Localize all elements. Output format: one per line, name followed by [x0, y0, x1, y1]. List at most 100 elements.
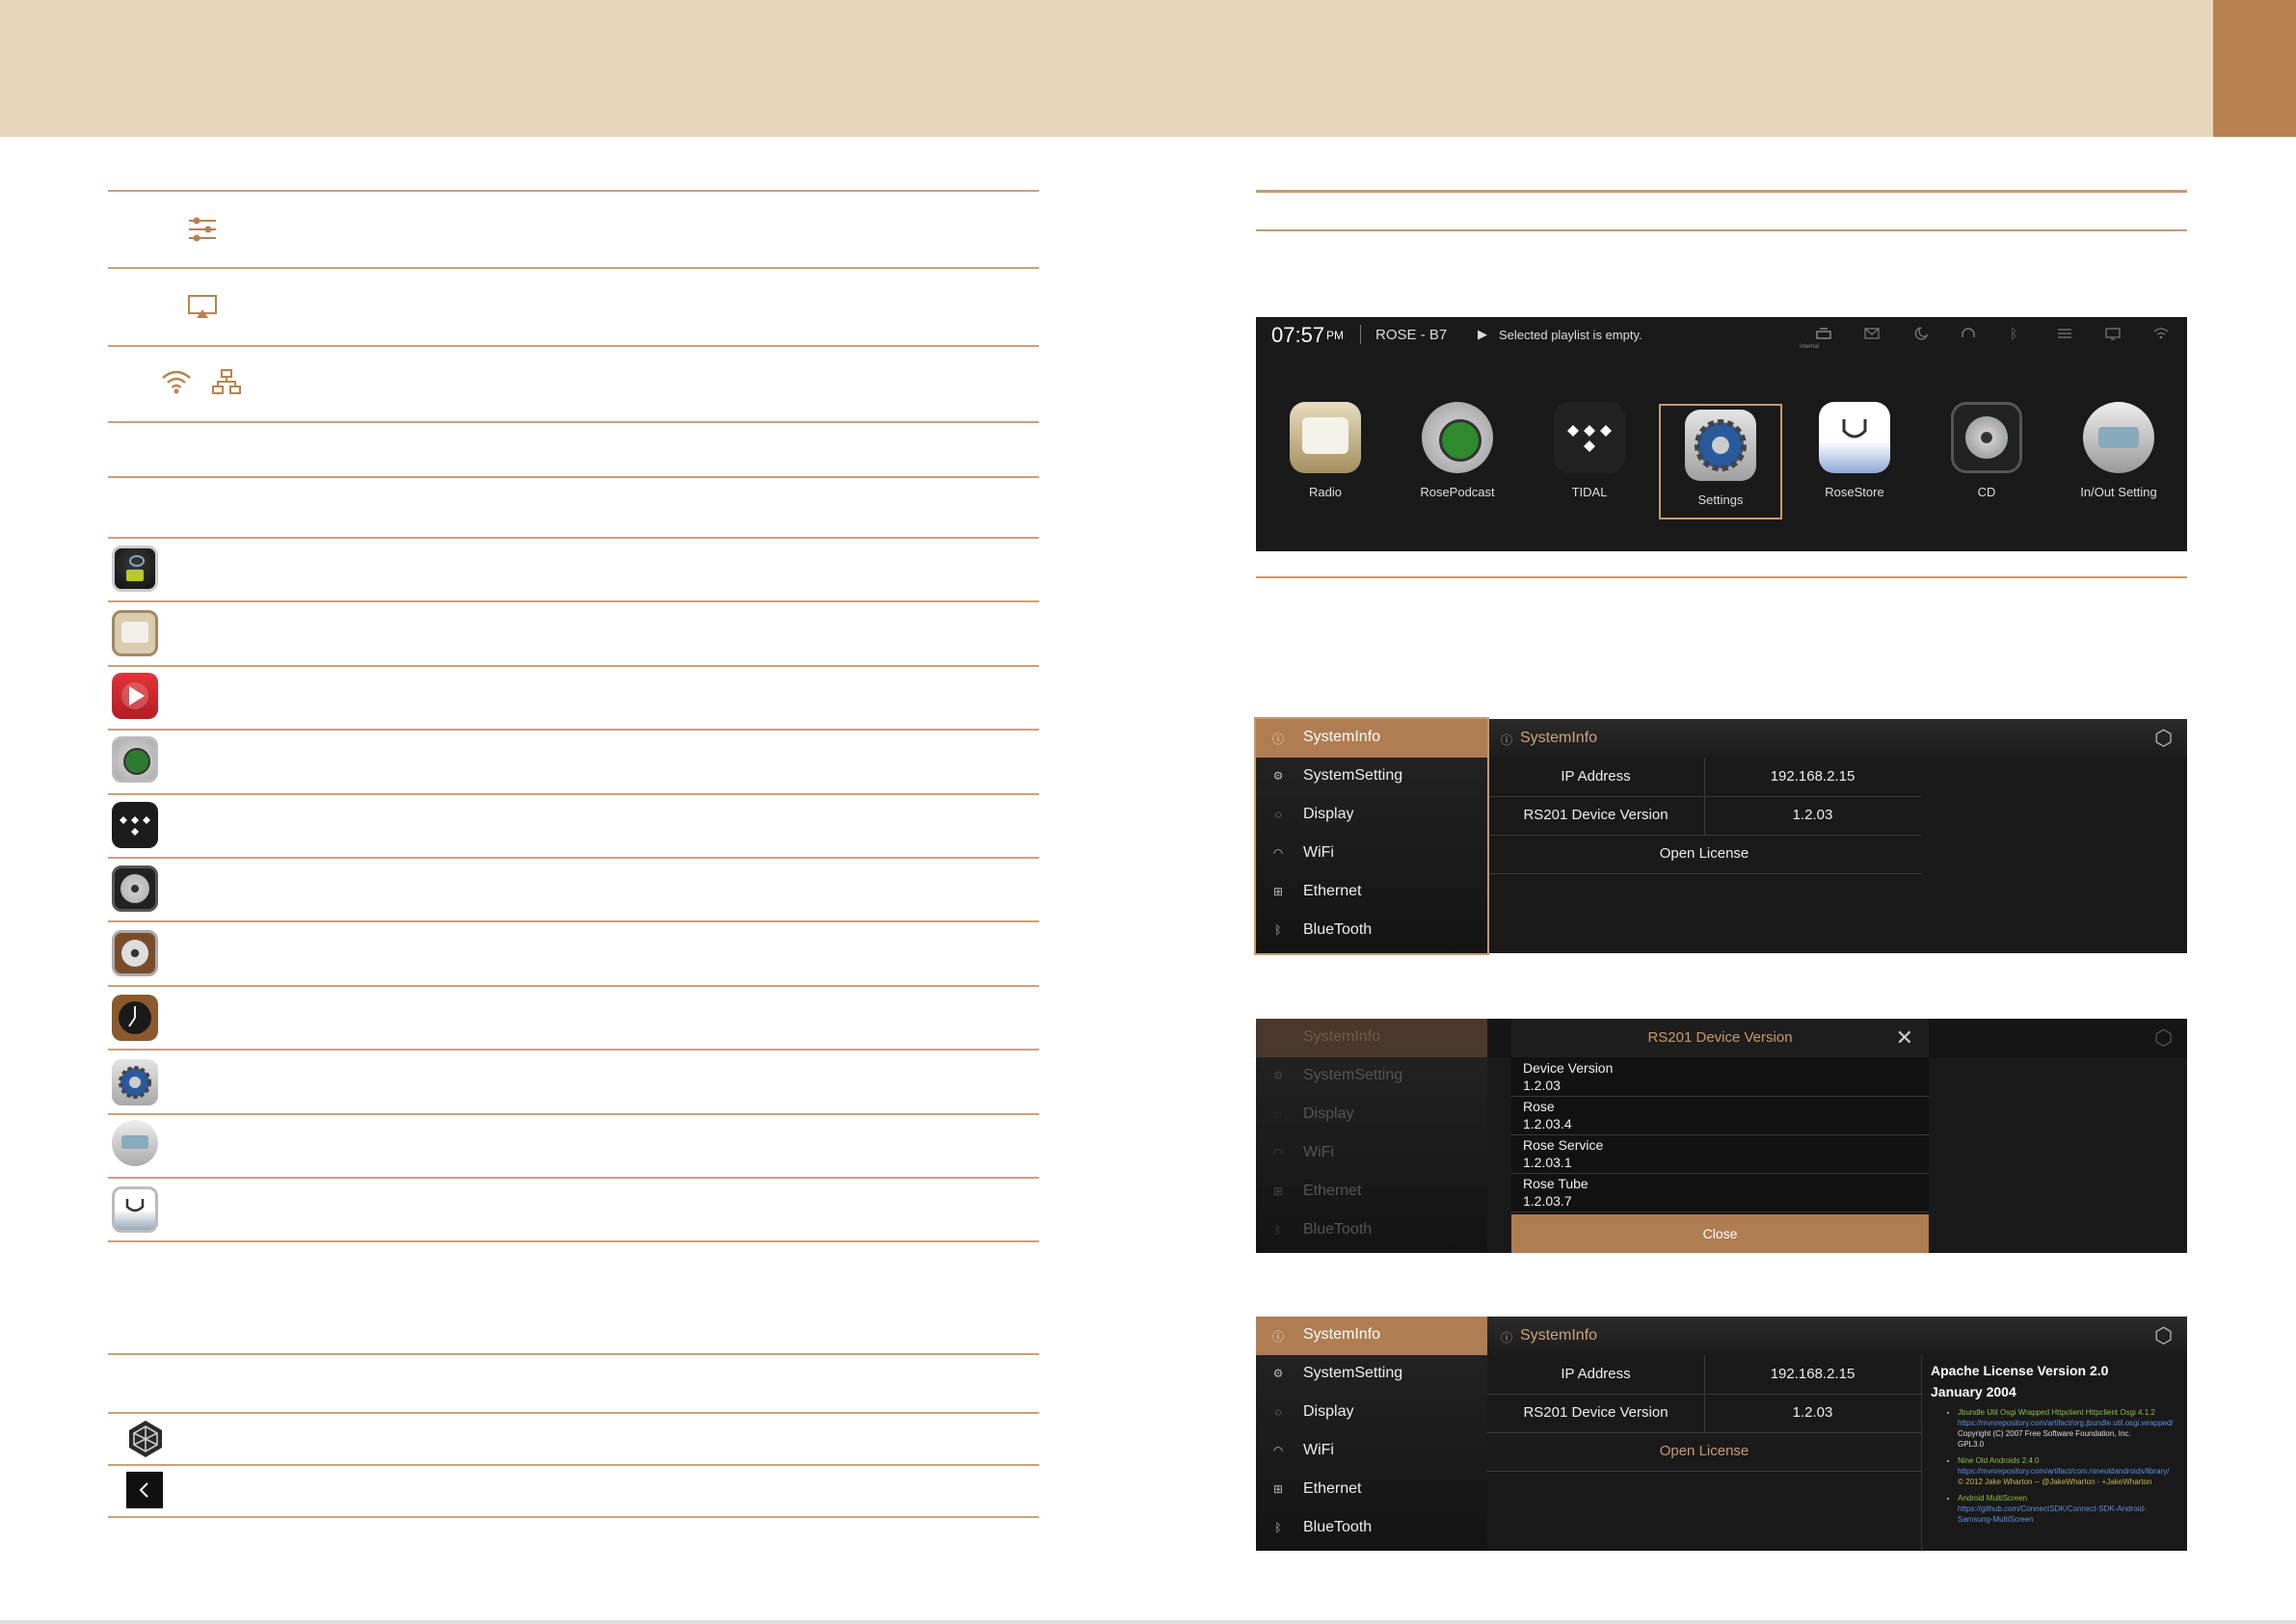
wifi-icon[interactable] [2152, 326, 2170, 341]
sidebar-item-label: SystemInfo [1303, 1326, 1381, 1343]
storage-icon[interactable] [1815, 326, 1832, 341]
version-row: Rose 1.2.03.4 [1511, 1096, 1929, 1135]
separator [1360, 325, 1361, 344]
close-button[interactable]: Close [1511, 1214, 1929, 1253]
sidebar-item-ethernet[interactable]: ⊞ Ethernet [1256, 1471, 1487, 1509]
footer-line [0, 1620, 2296, 1624]
sidebar-item-label: Display [1303, 1105, 1354, 1122]
header-band [0, 0, 2213, 137]
divider [1256, 190, 2187, 193]
display-icon[interactable] [2104, 326, 2122, 341]
in-out-setting-app-icon [2083, 402, 2154, 473]
sidebar-item-label: BlueTooth [1303, 1519, 1373, 1535]
license-item-url[interactable]: https://mvnrepository.com/artifact/com.n… [1958, 1466, 2181, 1477]
gear-icon: ⚙ [1272, 1367, 1284, 1380]
launcher-app-selected[interactable]: Settings [1659, 404, 1782, 519]
divider [108, 600, 1039, 602]
sliders-icon[interactable] [2056, 326, 2073, 341]
ip-address-value: 192.168.2.15 [1704, 758, 1921, 797]
airplay-icon [188, 295, 217, 318]
playback-status: Selected playlist is empty. [1499, 328, 1642, 342]
device-version-label[interactable]: RS201 Device Version [1487, 1394, 1704, 1433]
ip-address-label: IP Address [1487, 1355, 1704, 1395]
version-value: 1.2.03.4 [1523, 1116, 1572, 1131]
video-play-app-icon [112, 673, 158, 719]
divider [108, 1412, 1039, 1414]
sidebar-item-bluetooth[interactable]: ᛒ BlueTooth [1256, 1211, 1487, 1250]
license-item-url[interactable]: https://mvnrepository.com/artifact/org.j… [1958, 1418, 2181, 1428]
license-item-name: Jbundle Util Osgi Wrapped Httpclient Htt… [1958, 1408, 2155, 1417]
launcher-app[interactable]: Radio [1260, 402, 1391, 499]
launcher-app-label: Settings [1697, 493, 1744, 507]
divider [1256, 229, 2187, 231]
clock-app-icon [112, 995, 158, 1041]
version-row: Rose Tube 1.2.03.7 [1511, 1173, 1929, 1212]
sidebar-item-label: Ethernet [1303, 1183, 1362, 1199]
divider [108, 1049, 1039, 1051]
launcher-app-label: In/Out Setting [2080, 485, 2157, 499]
launcher-app[interactable]: RosePodcast [1392, 402, 1523, 499]
display-icon: ◌ [1274, 1107, 1282, 1121]
rose-logo-icon[interactable]: ⬡ [2154, 1323, 2173, 1348]
play-icon[interactable]: ▶ [1478, 327, 1487, 342]
license-item: Nine Old Androids 2.4.0 https://mvnrepos… [1958, 1455, 2181, 1487]
rose-logo-icon[interactable]: ⬡ [2154, 726, 2173, 751]
launcher-app[interactable]: In/Out Setting [2053, 402, 2184, 499]
sidebar-item-label: WiFi [1303, 1442, 1334, 1458]
version-value: 1.2.03.7 [1523, 1193, 1572, 1209]
license-item-url[interactable]: https://github.com/ConnectSDK/Connect-SD… [1958, 1504, 2181, 1525]
settings-screen-version-dialog: ⓘ SystemInfo ⚙ SystemSetting ◌ Display ◠ WiF… [1256, 1019, 2187, 1253]
divider [108, 1464, 1039, 1466]
bluetooth-icon[interactable]: ᛒ [2010, 326, 2017, 341]
sidebar-item-label: Display [1303, 1403, 1354, 1420]
panel-header: ⓘ SystemInfo [1487, 1317, 2187, 1355]
launcher-app[interactable]: RoseStore [1789, 402, 1920, 499]
wifi-icon: ◠ [1272, 1146, 1284, 1159]
launcher-app[interactable]: CD [1921, 402, 2052, 499]
settings-app-icon [112, 1059, 158, 1105]
back-arrow-icon [126, 1472, 163, 1508]
sidebar-item-display[interactable]: ◌ Display [1256, 1394, 1487, 1432]
panel-title: SystemInfo [1520, 1327, 1598, 1344]
license-item: Jbundle Util Osgi Wrapped Httpclient Htt… [1958, 1407, 2181, 1450]
divider [1256, 576, 2187, 578]
sidebar-item-bluetooth[interactable]: ᛒ BlueTooth [1256, 1509, 1487, 1548]
launcher-app[interactable]: TIDAL [1524, 402, 1655, 499]
license-text-panel[interactable]: Apache License Version 2.0 January 2004 … [1931, 1363, 2181, 1546]
sidebar-item-wifi[interactable]: ◠ WiFi [1256, 1432, 1487, 1471]
version-key: Rose Tube [1523, 1176, 1589, 1191]
settings-sidebar: ⓘ SystemInfo ⚙ SystemSetting ◌ Display ◠ WiF… [1256, 1019, 1487, 1253]
divider [108, 345, 1039, 347]
sidebar-item-systemsetting[interactable]: ⚙ SystemSetting [1256, 1057, 1487, 1096]
open-license-button[interactable]: Open License [1487, 1432, 1921, 1472]
version-row: Rose Service 1.2.03.1 [1511, 1134, 1929, 1174]
divider [108, 1113, 1039, 1115]
sidebar-item-systemsetting[interactable]: ⚙ SystemSetting [1256, 1355, 1487, 1394]
sidebar-item-systeminfo[interactable]: ⓘ SystemInfo [1256, 1317, 1487, 1355]
open-license-button[interactable]: Open License [1487, 835, 1921, 874]
sliders-icon [189, 217, 216, 242]
divider [108, 537, 1039, 539]
sidebar-item-systeminfo[interactable]: ⓘ SystemInfo [1256, 1019, 1487, 1057]
headphone-icon[interactable] [1960, 326, 1977, 341]
cd-app-icon [1951, 402, 2022, 473]
ethernet-icon: ⊞ [1272, 1185, 1284, 1198]
divider [108, 190, 1039, 192]
sidebar-item-ethernet[interactable]: ⊞ Ethernet [1256, 1173, 1487, 1211]
info-icon: ⓘ [1271, 1330, 1284, 1344]
radio-app-icon [112, 610, 158, 656]
settings-sidebar: ⓘ SystemInfo ⚙ SystemSetting ◌ Display ◠ WiF… [1256, 1317, 1487, 1551]
clock-time: 07:57 [1271, 323, 1325, 347]
license-item-name: Android MultiScreen [1958, 1494, 2028, 1503]
device-version-label[interactable]: RS201 Device Version [1487, 796, 1704, 836]
close-icon[interactable]: ✕ [1896, 1025, 1913, 1051]
mail-icon[interactable] [1863, 326, 1881, 341]
wifi-icon [162, 370, 191, 394]
device-version-value: 1.2.03 [1704, 796, 1921, 836]
sidebar-item-display[interactable]: ◌ Display [1256, 1096, 1487, 1134]
version-key: Rose Service [1523, 1137, 1604, 1153]
sleep-icon[interactable] [1911, 326, 1929, 341]
device-version-value: 1.2.03 [1704, 1394, 1921, 1433]
ethernet-icon: ⊞ [1272, 1482, 1284, 1496]
sidebar-item-wifi[interactable]: ◠ WiFi [1256, 1134, 1487, 1173]
